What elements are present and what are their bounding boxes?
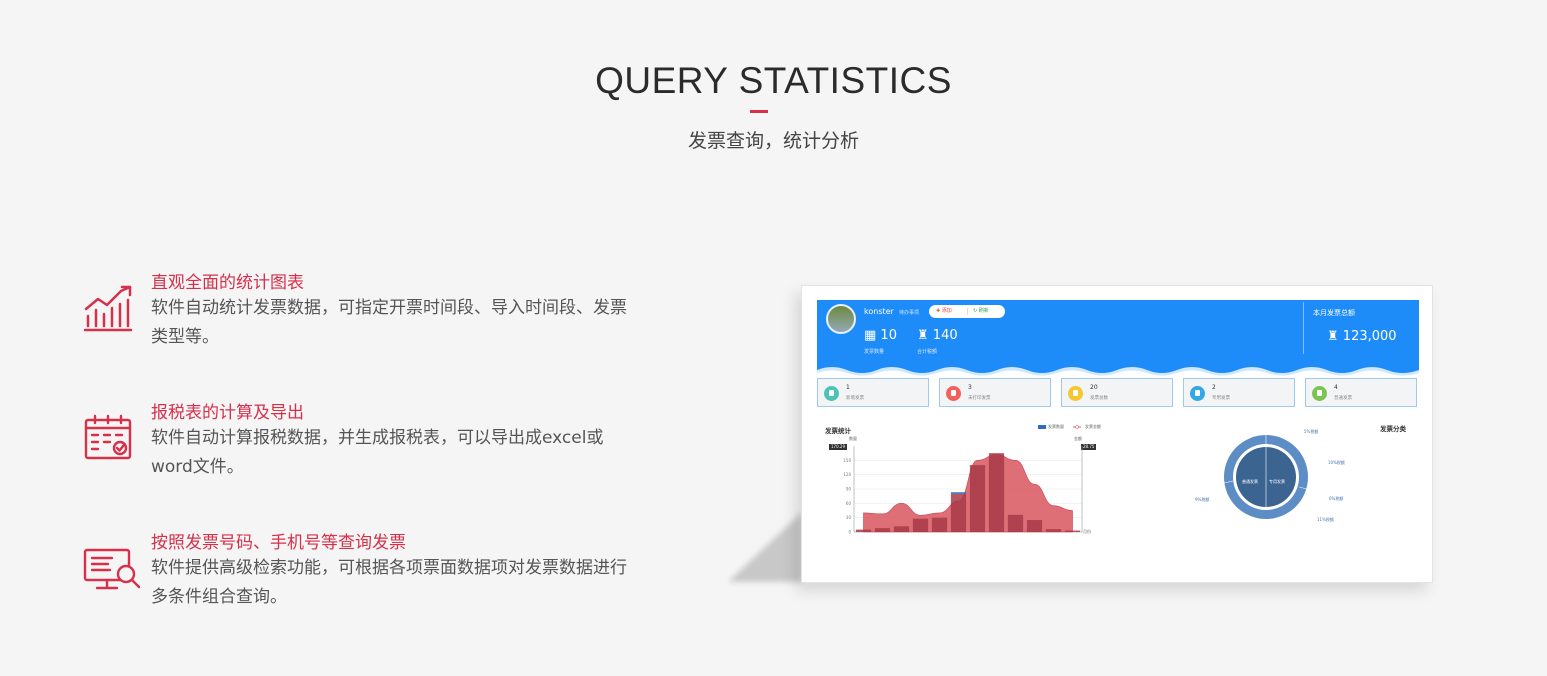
refresh-button[interactable]: ↻ 刷新: [973, 305, 989, 318]
y-tick-label: 30: [846, 515, 852, 520]
tile-icon: [1312, 386, 1327, 401]
invoice-category-donut: [1223, 435, 1308, 519]
header-wave: [817, 367, 1419, 378]
pill-divider: [967, 308, 968, 315]
tile-label: 未打印发票: [968, 396, 991, 401]
donut-inner-label-normal: 普通发票: [1242, 479, 1258, 484]
monthly-total-label: 本月发票总额: [1313, 309, 1355, 317]
feature-desc: 软件自动计算报税数据，并生成报税表，可以导出成excel或word文件。: [151, 428, 604, 477]
bar: [931, 517, 948, 532]
tile-normal-invoices[interactable]: 4 普通发票: [1305, 378, 1417, 407]
monthly-total-value: ♜ 123,000: [1327, 329, 1397, 344]
feature-title: 直观全面的统计图表: [151, 273, 304, 293]
legend-label-amount: 发票金额: [1085, 424, 1101, 429]
monitor-search-icon: [82, 542, 141, 594]
line-chart-icon: [82, 282, 134, 334]
tile-num: 3: [968, 384, 972, 391]
y-right-label: 金额: [1074, 436, 1082, 441]
donut-inner-label-special: 专用发票: [1269, 479, 1285, 484]
dashboard-screenshot: konster 待办事项 ✚ 添加 ↻ 刷新 ▦ 10 发票数量 ♜ 140 合…: [801, 285, 1433, 583]
y-tick-label: 90: [846, 487, 852, 492]
card-shadow: [728, 512, 802, 582]
bar: [1045, 529, 1062, 532]
tile-label: 新增发票: [846, 396, 864, 401]
donut-chart-title: 发票分类: [1380, 425, 1406, 433]
bar: [1026, 520, 1043, 532]
section-subtitle: 发票查询，统计分析: [687, 130, 859, 152]
y-tick-label: 60: [846, 501, 852, 506]
legend-marker: [1075, 425, 1079, 429]
donut-label: 11%税额: [1317, 517, 1334, 522]
invoice-count-stat: ▦ 10: [864, 328, 897, 343]
bar: [1064, 530, 1081, 532]
tile-icon: [1190, 386, 1205, 401]
dashboard-header: konster 待办事项 ✚ 添加 ↻ 刷新 ▦ 10 发票数量 ♜ 140 合…: [817, 300, 1419, 378]
bar: [893, 526, 910, 532]
tile-num: 1: [846, 384, 850, 391]
y-tick-label: 150: [843, 458, 851, 463]
add-button[interactable]: ✚ 添加: [936, 305, 952, 318]
tile-num: 20: [1090, 384, 1098, 391]
donut-label: 6%税额: [1329, 496, 1344, 501]
title-underline: [750, 110, 768, 113]
bar-chart-title: 发票统计: [825, 427, 851, 435]
bar: [1007, 514, 1024, 532]
tile-special-invoices[interactable]: 2 专用发票: [1183, 378, 1295, 407]
tax-total-stat: ♜ 140: [917, 328, 958, 343]
legend-label-count: 发票数量: [1048, 424, 1064, 429]
header-divider: [1303, 302, 1304, 354]
calendar-icon: [82, 412, 134, 464]
feature-advanced-search: 按照发票号码、手机号等查询发票 软件提供高级检索功能，可根据各项票面数据项对发票…: [82, 528, 652, 618]
donut-label: 10%税额: [1328, 460, 1345, 465]
feature-title: 报税表的计算及导出: [151, 403, 304, 423]
feature-title: 按照发票号码、手机号等查询发票: [151, 533, 406, 553]
tile-icon: [1068, 386, 1083, 401]
donut-label: 5%税额: [1304, 429, 1319, 434]
summary-tiles: 1 新增发票 3 未打印发票 20 发票总数 2 专用发票 4 普通发票: [817, 378, 1419, 410]
feature-desc: 软件提供高级检索功能，可根据各项票面数据项对发票数据进行多条件组合查询。: [151, 558, 627, 607]
feature-tax-report: 报税表的计算及导出 软件自动计算报税数据，并生成报税表，可以导出成excel或w…: [82, 398, 652, 488]
invoice-stats-chart: 0 30 60 90 120 150: [843, 446, 1083, 535]
y-tick-label: 120: [843, 472, 851, 477]
tile-num: 4: [1334, 384, 1338, 391]
tile-label: 发票总数: [1090, 396, 1108, 401]
tile-icon: [824, 386, 839, 401]
bar: [855, 529, 872, 532]
bar: [950, 493, 967, 532]
tile-icon: [946, 386, 961, 401]
tile-num: 2: [1212, 384, 1216, 391]
y-left-label: 数量: [849, 436, 857, 441]
tile-label: 专用发票: [1212, 396, 1230, 401]
bar-highlight: [950, 492, 967, 494]
tile-new-invoices[interactable]: 1 新增发票: [817, 378, 929, 407]
invoice-count-label: 发票数量: [864, 349, 885, 355]
section-title: QUERY STATISTICS: [595, 60, 952, 101]
donut-label: 9%税额: [1195, 497, 1210, 502]
bar: [969, 465, 986, 532]
tile-label: 普通发票: [1334, 396, 1352, 401]
action-pill: ✚ 添加 ↻ 刷新: [929, 305, 1005, 318]
bar: [988, 453, 1005, 532]
feature-stats-charts: 直观全面的统计图表 软件自动统计发票数据，可指定开票时间段、导入时间段、发票类型…: [82, 268, 652, 358]
tile-unprinted-invoices[interactable]: 3 未打印发票: [939, 378, 1051, 407]
user-status: 待办事项: [899, 310, 920, 316]
avatar[interactable]: [826, 304, 856, 334]
bar: [874, 528, 891, 532]
legend-swatch-bar: [1038, 425, 1046, 429]
tile-total-invoices[interactable]: 20 发票总数: [1061, 378, 1173, 407]
tax-total-label: 合计税额: [917, 349, 938, 355]
user-name: konster: [864, 307, 894, 316]
y-tick-label: 0: [848, 530, 851, 535]
feature-desc: 软件自动统计发票数据，可指定开票时间段、导入时间段、发票类型等。: [151, 298, 627, 347]
bar: [912, 518, 929, 532]
